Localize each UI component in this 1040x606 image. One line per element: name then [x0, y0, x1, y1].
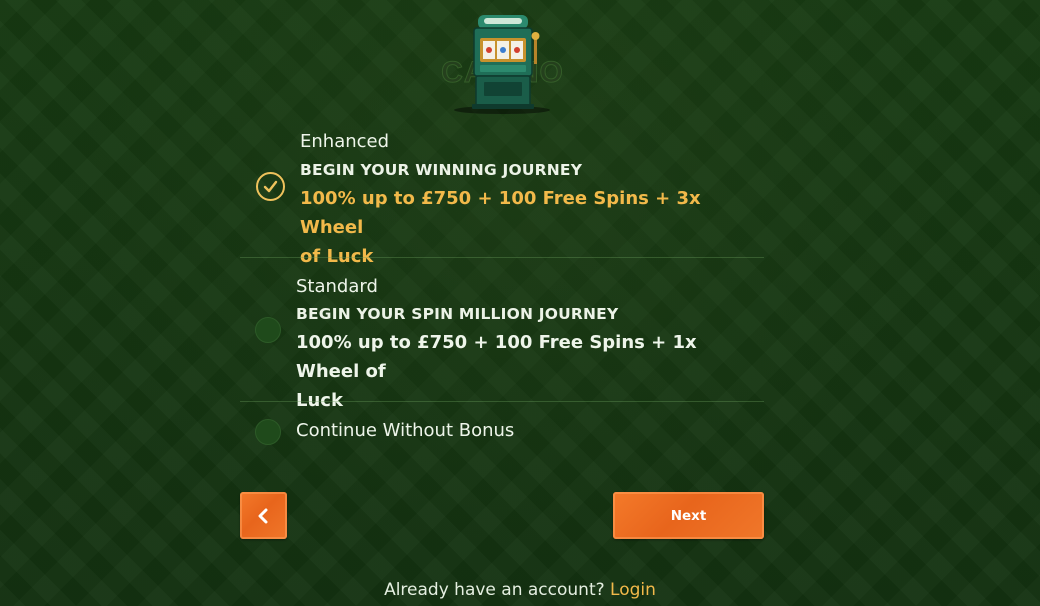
casino-logo: CASINO [410, 12, 630, 117]
option-headline: BEGIN YOUR WINNING JOURNEY [300, 161, 583, 179]
option-divider [240, 257, 764, 258]
login-prompt: Already have an account? Login [0, 580, 1040, 600]
offer-line: 100% up to £750 + 100 Free Spins + 1x Wh… [296, 332, 697, 382]
option-headline: BEGIN YOUR SPIN MILLION JOURNEY [296, 305, 619, 323]
radio-checked-icon[interactable] [256, 172, 285, 201]
offer-line: 100% up to £750 + 100 Free Spins + 3x Wh… [300, 188, 701, 238]
no-bonus-label: Continue Without Bonus [296, 420, 515, 441]
next-button[interactable]: Next [613, 492, 764, 539]
bonus-selection-page: CASINO [0, 0, 1040, 606]
option-divider [240, 401, 764, 402]
option-tier-label: Enhanced [300, 131, 390, 152]
radio-unchecked-icon[interactable] [255, 317, 281, 343]
login-prompt-text: Already have an account? [384, 580, 605, 600]
option-tier-label: Standard [296, 276, 378, 297]
back-button[interactable] [240, 492, 287, 539]
slot-machine-icon [454, 15, 550, 114]
login-link[interactable]: Login [610, 580, 656, 600]
radio-unchecked-icon[interactable] [255, 419, 281, 445]
chevron-left-icon [258, 508, 268, 524]
